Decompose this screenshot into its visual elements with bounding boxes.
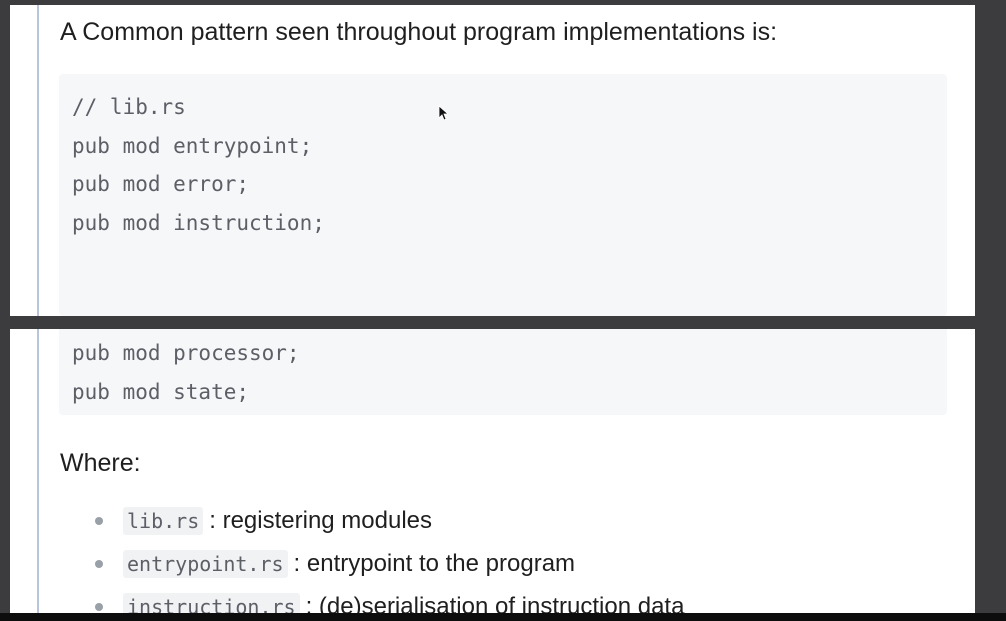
- list-item-description: : registering modules: [209, 506, 433, 534]
- list-item: lib.rs : registering modules: [60, 499, 684, 542]
- intro-paragraph: A Common pattern seen throughout program…: [60, 18, 778, 46]
- inline-code: instruction.rs: [123, 592, 300, 614]
- list-item-description: : (de)serialisation of instruction data: [305, 592, 685, 615]
- code-line: pub mod state;: [72, 379, 250, 404]
- document-page-top: A Common pattern seen throughout program…: [10, 5, 975, 316]
- code-line: pub mod processor;: [72, 341, 300, 365]
- code-line: // lib.rs: [72, 95, 186, 119]
- list-item-description: : entrypoint to the program: [293, 549, 576, 577]
- list-item: entrypoint.rs : entrypoint to the progra…: [60, 542, 684, 585]
- code-block-bottom: pub mod processor; pub mod state;: [59, 329, 947, 415]
- inline-code: lib.rs: [123, 506, 204, 535]
- bottom-edge-bar: [0, 613, 1006, 621]
- inline-code: entrypoint.rs: [123, 549, 288, 578]
- code-line: pub mod error;: [72, 172, 250, 197]
- screen: A Common pattern seen throughout program…: [0, 0, 1006, 621]
- where-heading: Where:: [60, 449, 141, 477]
- list-item: instruction.rs : (de)serialisation of in…: [60, 585, 684, 614]
- code-block-top: // lib.rs pub mod entrypoint; pub mod er…: [59, 74, 947, 316]
- mouse-cursor-icon: [438, 105, 448, 121]
- module-list: lib.rs : registering modules entrypoint.…: [60, 499, 684, 614]
- code-line: pub mod entrypoint;: [72, 133, 313, 158]
- bullet-dot-icon: [95, 603, 103, 611]
- left-margin-rule: [37, 329, 39, 614]
- code-line: pub mod instruction;: [72, 210, 325, 235]
- left-margin-rule: [37, 5, 39, 316]
- document-page-bottom: pub mod processor; pub mod state; Where:…: [10, 329, 975, 614]
- bullet-dot-icon: [95, 517, 103, 525]
- bullet-dot-icon: [95, 560, 103, 568]
